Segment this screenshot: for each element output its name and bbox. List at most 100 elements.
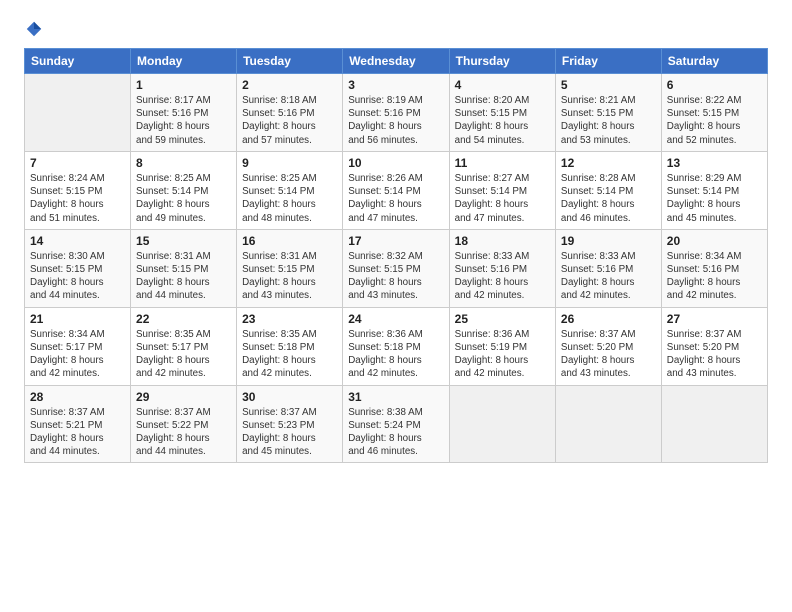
day-number: 12 xyxy=(561,156,656,170)
day-number: 13 xyxy=(667,156,762,170)
day-info: Sunrise: 8:21 AM Sunset: 5:15 PM Dayligh… xyxy=(561,94,656,147)
calendar-cell: 8 Sunrise: 8:25 AM Sunset: 5:14 PM Daylig… xyxy=(131,151,237,229)
calendar-cell: 18Sunrise: 8:33 AM Sunset: 5:16 PM Dayli… xyxy=(449,229,555,307)
day-number: 19 xyxy=(561,234,656,248)
calendar-header-saturday: Saturday xyxy=(661,49,767,74)
day-number: 4 xyxy=(455,78,550,92)
day-number: 22 xyxy=(136,312,231,326)
calendar-cell: 17 Sunrise: 8:32 AM Sunset: 5:15 PM Dayli… xyxy=(343,229,449,307)
day-number: 3 xyxy=(348,78,443,92)
day-number: 15 xyxy=(136,234,231,248)
calendar-cell: 2Sunrise: 8:18 AM Sunset: 5:16 PM Daylig… xyxy=(237,74,343,152)
day-info: Sunrise: 8:24 AM Sunset: 5:15 PM Dayligh… xyxy=(30,172,125,225)
calendar-cell: 11Sunrise: 8:27 AM Sunset: 5:14 PM Dayli… xyxy=(449,151,555,229)
calendar-cell: 14Sunrise: 8:30 AM Sunset: 5:15 PM Dayli… xyxy=(25,229,131,307)
calendar-cell: 16 Sunrise: 8:31 AM Sunset: 5:15 PM Dayli… xyxy=(237,229,343,307)
day-info: Sunrise: 8:25 AM Sunset: 5:14 PM Dayligh… xyxy=(136,172,231,225)
day-info: Sunrise: 8:37 AM Sunset: 5:21 PM Dayligh… xyxy=(30,406,125,459)
day-info: Sunrise: 8:33 AM Sunset: 5:16 PM Dayligh… xyxy=(455,250,550,303)
day-info: Sunrise: 8:31 AM Sunset: 5:15 PM Dayligh… xyxy=(242,250,337,303)
calendar-header-sunday: Sunday xyxy=(25,49,131,74)
day-number: 16 xyxy=(242,234,337,248)
calendar-cell: 20Sunrise: 8:34 AM Sunset: 5:16 PM Dayli… xyxy=(661,229,767,307)
day-info: Sunrise: 8:29 AM Sunset: 5:14 PM Dayligh… xyxy=(667,172,762,225)
day-number: 21 xyxy=(30,312,125,326)
day-info: Sunrise: 8:17 AM Sunset: 5:16 PM Dayligh… xyxy=(136,94,231,147)
calendar-cell xyxy=(25,74,131,152)
calendar-header-friday: Friday xyxy=(555,49,661,74)
day-info: Sunrise: 8:30 AM Sunset: 5:15 PM Dayligh… xyxy=(30,250,125,303)
calendar-cell: 30 Sunrise: 8:37 AM Sunset: 5:23 PM Dayli… xyxy=(237,385,343,463)
day-number: 26 xyxy=(561,312,656,326)
calendar-header-tuesday: Tuesday xyxy=(237,49,343,74)
day-info: Sunrise: 8:37 AM Sunset: 5:23 PM Dayligh… xyxy=(242,406,337,459)
calendar-cell: 23 Sunrise: 8:35 AM Sunset: 5:18 PM Dayli… xyxy=(237,307,343,385)
day-number: 23 xyxy=(242,312,337,326)
day-info: Sunrise: 8:33 AM Sunset: 5:16 PM Dayligh… xyxy=(561,250,656,303)
calendar-cell xyxy=(449,385,555,463)
calendar-cell: 24 Sunrise: 8:36 AM Sunset: 5:18 PM Dayli… xyxy=(343,307,449,385)
calendar-week-4: 21 Sunrise: 8:34 AM Sunset: 5:17 PM Dayli… xyxy=(25,307,768,385)
calendar-cell: 21 Sunrise: 8:34 AM Sunset: 5:17 PM Dayli… xyxy=(25,307,131,385)
day-info: Sunrise: 8:19 AM Sunset: 5:16 PM Dayligh… xyxy=(348,94,443,147)
calendar-week-2: 7 Sunrise: 8:24 AM Sunset: 5:15 PM Daylig… xyxy=(25,151,768,229)
calendar-cell: 15 Sunrise: 8:31 AM Sunset: 5:15 PM Dayli… xyxy=(131,229,237,307)
day-info: Sunrise: 8:18 AM Sunset: 5:16 PM Dayligh… xyxy=(242,94,337,147)
day-info: Sunrise: 8:20 AM Sunset: 5:15 PM Dayligh… xyxy=(455,94,550,147)
calendar-cell: 9Sunrise: 8:25 AM Sunset: 5:14 PM Daylig… xyxy=(237,151,343,229)
day-number: 7 xyxy=(30,156,125,170)
day-number: 30 xyxy=(242,390,337,404)
header xyxy=(24,20,768,38)
logo-text xyxy=(24,20,44,38)
calendar-header-monday: Monday xyxy=(131,49,237,74)
day-number: 20 xyxy=(667,234,762,248)
calendar-cell: 25Sunrise: 8:36 AM Sunset: 5:19 PM Dayli… xyxy=(449,307,555,385)
day-number: 29 xyxy=(136,390,231,404)
calendar-week-3: 14Sunrise: 8:30 AM Sunset: 5:15 PM Dayli… xyxy=(25,229,768,307)
calendar-week-1: 1Sunrise: 8:17 AM Sunset: 5:16 PM Daylig… xyxy=(25,74,768,152)
day-info: Sunrise: 8:37 AM Sunset: 5:22 PM Dayligh… xyxy=(136,406,231,459)
calendar-cell: 29 Sunrise: 8:37 AM Sunset: 5:22 PM Dayli… xyxy=(131,385,237,463)
day-info: Sunrise: 8:32 AM Sunset: 5:15 PM Dayligh… xyxy=(348,250,443,303)
calendar-cell: 19 Sunrise: 8:33 AM Sunset: 5:16 PM Dayli… xyxy=(555,229,661,307)
calendar-cell: 6 Sunrise: 8:22 AM Sunset: 5:15 PM Daylig… xyxy=(661,74,767,152)
day-number: 28 xyxy=(30,390,125,404)
page: SundayMondayTuesdayWednesdayThursdayFrid… xyxy=(0,0,792,612)
day-number: 8 xyxy=(136,156,231,170)
day-info: Sunrise: 8:26 AM Sunset: 5:14 PM Dayligh… xyxy=(348,172,443,225)
day-info: Sunrise: 8:27 AM Sunset: 5:14 PM Dayligh… xyxy=(455,172,550,225)
day-number: 24 xyxy=(348,312,443,326)
calendar-cell: 10 Sunrise: 8:26 AM Sunset: 5:14 PM Dayli… xyxy=(343,151,449,229)
day-info: Sunrise: 8:37 AM Sunset: 5:20 PM Dayligh… xyxy=(667,328,762,381)
calendar-table: SundayMondayTuesdayWednesdayThursdayFrid… xyxy=(24,48,768,463)
calendar-cell: 31Sunrise: 8:38 AM Sunset: 5:24 PM Dayli… xyxy=(343,385,449,463)
day-info: Sunrise: 8:35 AM Sunset: 5:18 PM Dayligh… xyxy=(242,328,337,381)
calendar-cell: 12 Sunrise: 8:28 AM Sunset: 5:14 PM Dayli… xyxy=(555,151,661,229)
calendar-cell: 7 Sunrise: 8:24 AM Sunset: 5:15 PM Daylig… xyxy=(25,151,131,229)
calendar-cell: 5 Sunrise: 8:21 AM Sunset: 5:15 PM Daylig… xyxy=(555,74,661,152)
logo-icon xyxy=(25,20,43,38)
calendar-header-thursday: Thursday xyxy=(449,49,555,74)
day-info: Sunrise: 8:34 AM Sunset: 5:17 PM Dayligh… xyxy=(30,328,125,381)
calendar-cell: 3 Sunrise: 8:19 AM Sunset: 5:16 PM Daylig… xyxy=(343,74,449,152)
day-number: 10 xyxy=(348,156,443,170)
day-number: 5 xyxy=(561,78,656,92)
calendar-week-5: 28 Sunrise: 8:37 AM Sunset: 5:21 PM Dayli… xyxy=(25,385,768,463)
day-info: Sunrise: 8:31 AM Sunset: 5:15 PM Dayligh… xyxy=(136,250,231,303)
calendar-cell: 28 Sunrise: 8:37 AM Sunset: 5:21 PM Dayli… xyxy=(25,385,131,463)
day-number: 9 xyxy=(242,156,337,170)
day-number: 17 xyxy=(348,234,443,248)
day-info: Sunrise: 8:28 AM Sunset: 5:14 PM Dayligh… xyxy=(561,172,656,225)
day-info: Sunrise: 8:22 AM Sunset: 5:15 PM Dayligh… xyxy=(667,94,762,147)
calendar-cell: 27Sunrise: 8:37 AM Sunset: 5:20 PM Dayli… xyxy=(661,307,767,385)
calendar-header-row: SundayMondayTuesdayWednesdayThursdayFrid… xyxy=(25,49,768,74)
calendar-cell: 4 Sunrise: 8:20 AM Sunset: 5:15 PM Daylig… xyxy=(449,74,555,152)
day-info: Sunrise: 8:36 AM Sunset: 5:18 PM Dayligh… xyxy=(348,328,443,381)
calendar-cell: 13 Sunrise: 8:29 AM Sunset: 5:14 PM Dayli… xyxy=(661,151,767,229)
day-info: Sunrise: 8:37 AM Sunset: 5:20 PM Dayligh… xyxy=(561,328,656,381)
calendar-cell: 22 Sunrise: 8:35 AM Sunset: 5:17 PM Dayli… xyxy=(131,307,237,385)
day-number: 6 xyxy=(667,78,762,92)
day-number: 31 xyxy=(348,390,443,404)
calendar-cell xyxy=(555,385,661,463)
day-info: Sunrise: 8:35 AM Sunset: 5:17 PM Dayligh… xyxy=(136,328,231,381)
